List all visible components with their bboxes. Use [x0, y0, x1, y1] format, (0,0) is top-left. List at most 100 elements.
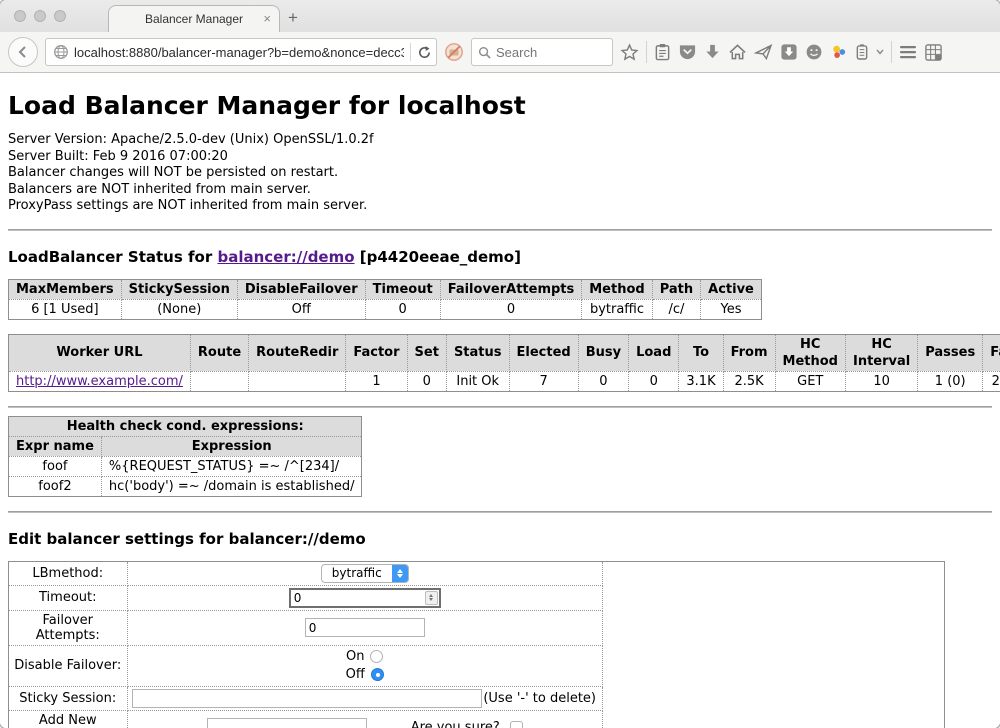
col-route: Route: [190, 334, 248, 371]
adblock-button[interactable]: [444, 42, 464, 62]
balancer-demo-link[interactable]: balancer://demo: [217, 248, 354, 266]
close-window-button[interactable]: [14, 10, 26, 22]
col-busy: Busy: [578, 334, 628, 371]
cell-maxmembers: 6 [1 Used]: [9, 299, 122, 319]
failover-attempts-row: Failover Attempts:: [9, 610, 603, 645]
download-arrow-icon: [704, 43, 721, 61]
sidebar-grid-button[interactable]: [924, 43, 943, 62]
battery-dropdown[interactable]: [876, 49, 884, 55]
health-table-title: Health check cond. expressions:: [9, 416, 362, 436]
server-built-line: Server Built: Feb 9 2016 07:00:20: [8, 149, 992, 166]
bookmark-button[interactable]: [620, 43, 639, 62]
col-set: Set: [407, 334, 446, 371]
clipboard-icon: [654, 43, 671, 61]
battery-button[interactable]: [855, 43, 869, 61]
sticky-session-input[interactable]: [132, 689, 482, 708]
failover-on-radio[interactable]: [370, 650, 383, 663]
home-button[interactable]: [728, 43, 747, 61]
disable-failover-label: Disable Failover:: [9, 645, 127, 686]
cell-hc-interval: 10: [845, 371, 917, 391]
sticky-session-row: Sticky Session: (Use '-' to delete): [9, 686, 603, 710]
tab-close-icon[interactable]: ×: [263, 12, 271, 25]
cell-active: Yes: [701, 299, 762, 319]
back-icon: [16, 45, 30, 59]
col-active: Active: [701, 279, 762, 299]
reload-icon[interactable]: [417, 45, 432, 60]
feedback-button[interactable]: [805, 43, 823, 61]
cell-expr-name: foof2: [9, 476, 102, 496]
col-stickysession: StickySession: [121, 279, 237, 299]
add-worker-input[interactable]: [207, 718, 367, 728]
search-bar[interactable]: [471, 38, 613, 66]
lbmethod-selected-value: bytraffic: [322, 566, 392, 580]
worker-url-link[interactable]: http://www.example.com/: [16, 374, 183, 389]
browser-window: Balancer Manager × + localhost:8880/bala…: [0, 0, 1000, 728]
confirm-label: Are you sure?: [411, 720, 500, 728]
downloads-button[interactable]: [704, 43, 721, 61]
section-divider-3: [8, 511, 992, 513]
url-bar[interactable]: localhost:8880/balancer-manager?b=demo&n…: [45, 38, 437, 66]
download-box-button[interactable]: [780, 43, 798, 61]
cell-routeredir: [249, 371, 346, 391]
lbmethod-label: LBmethod:: [9, 562, 127, 586]
cell-elected: 7: [509, 371, 578, 391]
cell-worker-url: http://www.example.com/: [9, 371, 191, 391]
failover-off-radio[interactable]: [371, 668, 384, 681]
timeout-input[interactable]: [289, 588, 441, 608]
col-status: Status: [446, 334, 509, 371]
pocket-button[interactable]: [678, 43, 697, 61]
table-header-row: Worker URL Route RouteRedir Factor Set S…: [9, 334, 1000, 371]
col-factor: Factor: [346, 334, 407, 371]
failover-attempts-input[interactable]: [305, 618, 425, 637]
hamburger-menu-icon: [899, 45, 917, 59]
window-controls[interactable]: [14, 10, 66, 22]
cell-from: 2.5K: [723, 371, 775, 391]
extension-dots-button[interactable]: [830, 43, 848, 61]
url-text[interactable]: localhost:8880/balancer-manager?b=demo&n…: [74, 45, 404, 60]
table-header-row: Expr name Expression: [9, 436, 362, 456]
col-timeout: Timeout: [365, 279, 440, 299]
col-passes: Passes: [918, 334, 983, 371]
cell-status: Init Ok: [446, 371, 509, 391]
col-method: Method: [582, 279, 652, 299]
cell-method: bytraffic: [582, 299, 652, 319]
status-heading-suffix: [p4420eeae_demo]: [360, 248, 521, 266]
adblock-disabled-icon: [444, 42, 464, 62]
pocket-icon: [678, 43, 697, 61]
minimize-window-button[interactable]: [34, 10, 46, 22]
loadbalancer-status-heading: LoadBalancer Status for balancer://demo …: [8, 248, 992, 266]
cell-disablefailover: Off: [237, 299, 365, 319]
back-button[interactable]: [8, 37, 38, 67]
menu-button[interactable]: [899, 45, 917, 59]
zoom-window-button[interactable]: [54, 10, 66, 22]
cell-passes: 1 (0): [918, 371, 983, 391]
persist-notice-line: Balancer changes will NOT be persisted o…: [8, 165, 992, 182]
download-box-icon: [780, 43, 798, 61]
urlbar-divider: [410, 43, 411, 61]
cell-fails: 2 (0): [983, 371, 1000, 391]
number-spinner-icon[interactable]: [425, 591, 438, 605]
tab-balancer-manager[interactable]: Balancer Manager ×: [108, 5, 280, 32]
reading-list-button[interactable]: [654, 43, 671, 61]
send-tab-button[interactable]: [754, 43, 773, 61]
timeout-row: Timeout:: [9, 585, 603, 610]
cell-path: /c/: [652, 299, 700, 319]
smiley-icon: [805, 43, 823, 61]
cell-set: 0: [407, 371, 446, 391]
cell-load: 0: [629, 371, 679, 391]
section-divider: [8, 229, 992, 231]
confirm-checkbox[interactable]: [510, 721, 523, 728]
search-icon: [478, 46, 491, 59]
search-input[interactable]: [496, 45, 596, 60]
col-elected: Elected: [509, 334, 578, 371]
health-check-table: Health check cond. expressions: Expr nam…: [8, 416, 362, 497]
col-routeredir: RouteRedir: [249, 334, 346, 371]
lbmethod-select[interactable]: bytraffic: [321, 564, 409, 583]
radio-on-label: On: [346, 649, 364, 664]
new-tab-button[interactable]: +: [288, 8, 298, 28]
toolbar-separator: [646, 41, 647, 63]
add-worker-row: Add New Worker: Are you sure?: [9, 710, 603, 728]
sticky-session-label: Sticky Session:: [9, 686, 127, 710]
cell-stickysession: (None): [121, 299, 237, 319]
globe-icon: [53, 44, 69, 60]
